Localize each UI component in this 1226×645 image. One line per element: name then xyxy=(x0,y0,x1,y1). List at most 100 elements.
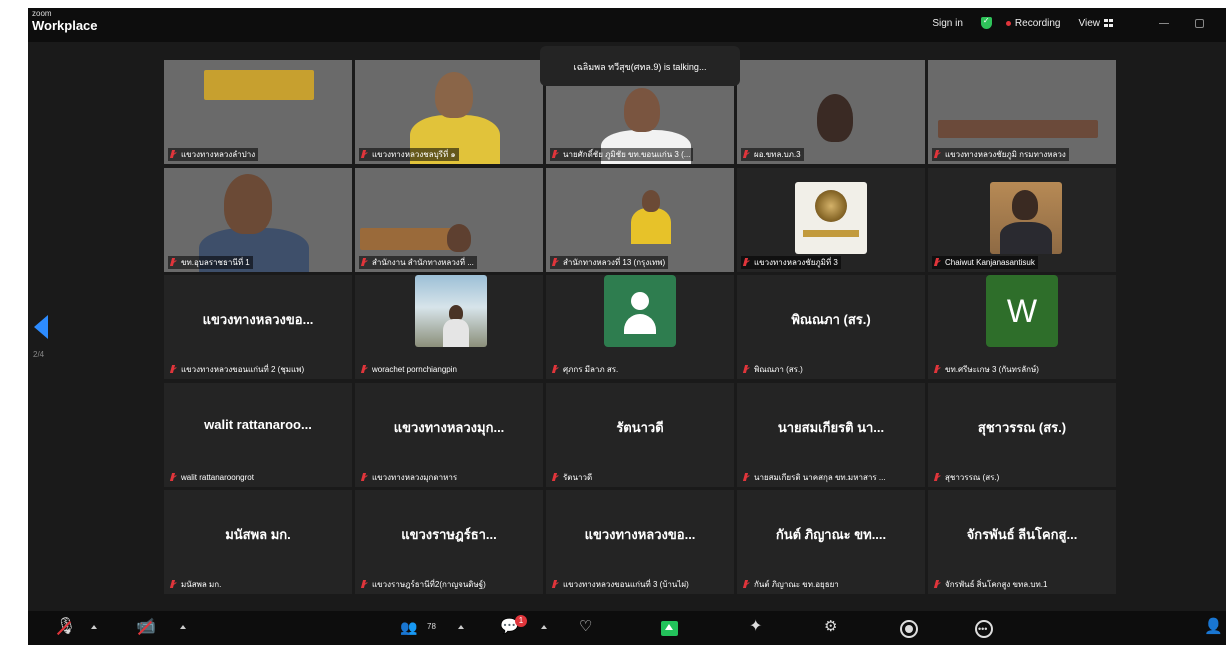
grid-icon xyxy=(1104,19,1113,27)
view-label: View xyxy=(1078,17,1101,29)
participant-name: แขวงราษฎร์ธา... xyxy=(401,527,497,542)
recording-indicator[interactable]: Recording xyxy=(1005,17,1061,29)
audio-options-chevron-icon[interactable] xyxy=(91,625,97,629)
avatar-tile[interactable]: W ขท.ศรีษะเกษ 3 (กันทรลักษ์) xyxy=(928,275,1116,379)
participant-label: แขวงทางหลวงขอนแก่นที่ 3 (บ้านไผ่) xyxy=(550,578,692,591)
seal-icon xyxy=(815,189,847,222)
participant-name: พิณณภา (สร.) xyxy=(791,312,871,327)
participant-label: แขวงทางหลวงชลบุรีที่ ๑ xyxy=(359,148,459,161)
more-dots-icon: ••• xyxy=(978,624,988,634)
name-tile[interactable]: รัตนาวดี รัตนาวดี xyxy=(546,382,734,487)
avatar-tile[interactable]: แขวงทางหลวงชัยภูมิที่ 3 xyxy=(737,167,925,272)
start-video-button[interactable]: 📹 xyxy=(136,617,156,637)
default-avatar-icon xyxy=(604,275,676,347)
page-indicator: 2/4 xyxy=(33,350,45,359)
participant-label: Chaiwut Kanjanasantisuk xyxy=(932,255,1038,269)
participant-label: นายสมเกียรติ นาคสกุล ขท.มหาสาร ... xyxy=(741,471,889,484)
minimize-icon[interactable] xyxy=(1159,22,1169,24)
participants-icon: 👥 xyxy=(400,619,418,635)
name-tile[interactable]: พิณณภา (สร.) พิณณภา (สร.) xyxy=(737,275,925,379)
avatar-tile[interactable]: Chaiwut Kanjanasantisuk xyxy=(928,167,1116,272)
participant-name: รัตนาวดี xyxy=(616,419,664,435)
video-tile[interactable]: แขวงทางหลวงชัยภูมิ กรมทางหลวง xyxy=(928,60,1116,164)
person-shield-icon: 👤 xyxy=(1204,618,1223,635)
name-tile[interactable]: สุชาวรรณ (สร.) สุชาวรรณ (สร.) xyxy=(928,382,1116,487)
person-head xyxy=(435,72,473,118)
name-tile[interactable]: แขวงทางหลวงขอ... แขวงทางหลวงขอนแก่นที่ 2… xyxy=(164,275,352,379)
gallery-grid: แขวงทางหลวงลำปาง แขวงทางหลวงชลบุรีที่ ๑ … xyxy=(164,60,1116,594)
previous-page-arrow-icon[interactable] xyxy=(34,315,48,339)
unmute-button[interactable]: 🎙 xyxy=(56,617,76,637)
participant-label: นายศักดิ์ชัย ภูมิชัย ขท.ขอนแก่น 3 (... xyxy=(550,148,694,161)
video-tile[interactable]: แขวงทางหลวงชลบุรีที่ ๑ xyxy=(355,60,543,164)
shrine-image xyxy=(360,227,460,250)
video-tile[interactable]: สำนักงาน สำนักทางหลวงที่ ... xyxy=(355,167,543,272)
participant-name: จักรพันธ์ ลีนโคกสู... xyxy=(966,527,1078,542)
video-tile[interactable]: สำนักทางหลวงที่ 13 (กรุงเทพ) xyxy=(546,167,734,272)
security-button[interactable]: 👤 xyxy=(1204,617,1223,637)
avatar-tile[interactable]: ศุภกร มีลาภ สร. xyxy=(546,275,734,379)
video-options-chevron-icon[interactable] xyxy=(180,625,186,629)
maximize-icon[interactable] xyxy=(1195,18,1204,28)
more-button[interactable]: ••• xyxy=(975,620,993,638)
chat-unread-badge: 1 xyxy=(515,615,527,627)
person-head xyxy=(642,189,660,212)
apps-icon: ⚙ xyxy=(824,618,838,635)
recording-label: Recording xyxy=(1014,17,1061,29)
record-icon xyxy=(905,625,913,633)
profile-photo xyxy=(415,275,487,347)
name-tile[interactable]: แขวงทางหลวงมุก... แขวงทางหลวงมุกดาหาร xyxy=(355,382,543,487)
video-tile[interactable]: แขวงทางหลวงลำปาง xyxy=(164,60,352,164)
name-tile[interactable]: walit rattanaroo... walit rattanaroongro… xyxy=(164,382,352,487)
participant-name: มนัสพล มก. xyxy=(225,527,291,542)
shield-icon[interactable] xyxy=(980,16,992,29)
participant-label: ศุภกร มีลาภ สร. xyxy=(550,363,621,376)
person-head xyxy=(624,88,660,132)
video-tile[interactable]: ผอ.ขทล.บภ.3 xyxy=(737,60,925,164)
participants-chevron-icon[interactable] xyxy=(458,625,464,629)
name-tile[interactable]: นายสมเกียรติ นา... นายสมเกียรติ นาคสกุล … xyxy=(737,382,925,487)
name-tile[interactable]: จักรพันธ์ ลีนโคกสู... จักรพันธ์ สิ่นโคกส… xyxy=(928,490,1116,594)
ai-companion-button[interactable]: ✦ xyxy=(749,617,762,637)
avatar-tile[interactable]: worachet pornchiangpin xyxy=(355,275,543,379)
record-button[interactable] xyxy=(900,620,918,638)
participants-count: 78 xyxy=(427,622,436,631)
name-tile[interactable]: กันต์ ภิญาณะ ขท.... กันต์ ภิญาณะ ขท.อยุธ… xyxy=(737,490,925,594)
participant-name: walit rattanaroo... xyxy=(204,416,312,432)
record-dot-icon xyxy=(1005,20,1011,26)
participants-button[interactable]: 👥 xyxy=(400,617,417,637)
participant-label: ขท.อุบลราชธานีที่ 1 xyxy=(168,255,253,269)
participant-label: ขท.ศรีษะเกษ 3 (กันทรลักษ์) xyxy=(932,363,1042,376)
participant-label: มนัสพล มก. xyxy=(168,578,224,591)
participant-label: worachet pornchiangpin xyxy=(359,363,460,376)
participant-label: แขวงราษฎร์ธานีที่2(กาญจนดิษฐ์) xyxy=(359,578,489,591)
participant-name: แขวงทางหลวงมุก... xyxy=(393,419,505,435)
profile-photo xyxy=(990,181,1062,254)
participant-label: แขวงทางหลวงขอนแก่นที่ 2 (ชุมแพ) xyxy=(168,363,307,376)
participant-name: แขวงทางหลวงขอ... xyxy=(584,527,696,542)
title-bar: zoom Workplace Sign in Recording View xyxy=(28,8,1226,42)
participant-label: กันต์ ภิญาณะ ขท.อยุธยา xyxy=(741,578,842,591)
apps-button[interactable]: ⚙ xyxy=(824,617,837,637)
brand-line-1: zoom xyxy=(32,9,52,18)
person-head xyxy=(447,223,471,252)
name-tile[interactable]: แขวงราษฎร์ธา... แขวงราษฎร์ธานีที่2(กาญจน… xyxy=(355,490,543,594)
share-screen-button[interactable] xyxy=(661,621,678,636)
person-head xyxy=(817,94,853,142)
video-tile[interactable]: ขท.อุบลราชธานีที่ 1 xyxy=(164,167,352,272)
sign-in-link[interactable]: Sign in xyxy=(932,18,963,29)
zoom-meeting-window: zoom Workplace Sign in Recording View 2/… xyxy=(28,8,1226,645)
meeting-toolbar: 🎙 📹 👥 78 💬 1 ♡ ✦ ⚙ xyxy=(28,611,1226,645)
office-desk xyxy=(938,120,1098,138)
reactions-button[interactable]: ♡ xyxy=(579,617,592,637)
heart-icon: ♡ xyxy=(579,618,593,635)
name-tile[interactable]: มนัสพล มก. มนัสพล มก. xyxy=(164,490,352,594)
chat-chevron-icon[interactable] xyxy=(541,625,547,629)
participant-label: walit rattanaroongrot xyxy=(168,471,257,484)
participant-label: พิณณภา (สร.) xyxy=(741,363,806,376)
participant-label: สำนักงาน สำนักทางหลวงที่ ... xyxy=(359,255,477,269)
name-tile[interactable]: แขวงทางหลวงขอ... แขวงทางหลวงขอนแก่นที่ 3… xyxy=(546,490,734,594)
zoom-logo: zoom Workplace xyxy=(32,9,98,33)
view-button[interactable]: View xyxy=(1078,17,1113,29)
shrine-image xyxy=(204,70,314,100)
